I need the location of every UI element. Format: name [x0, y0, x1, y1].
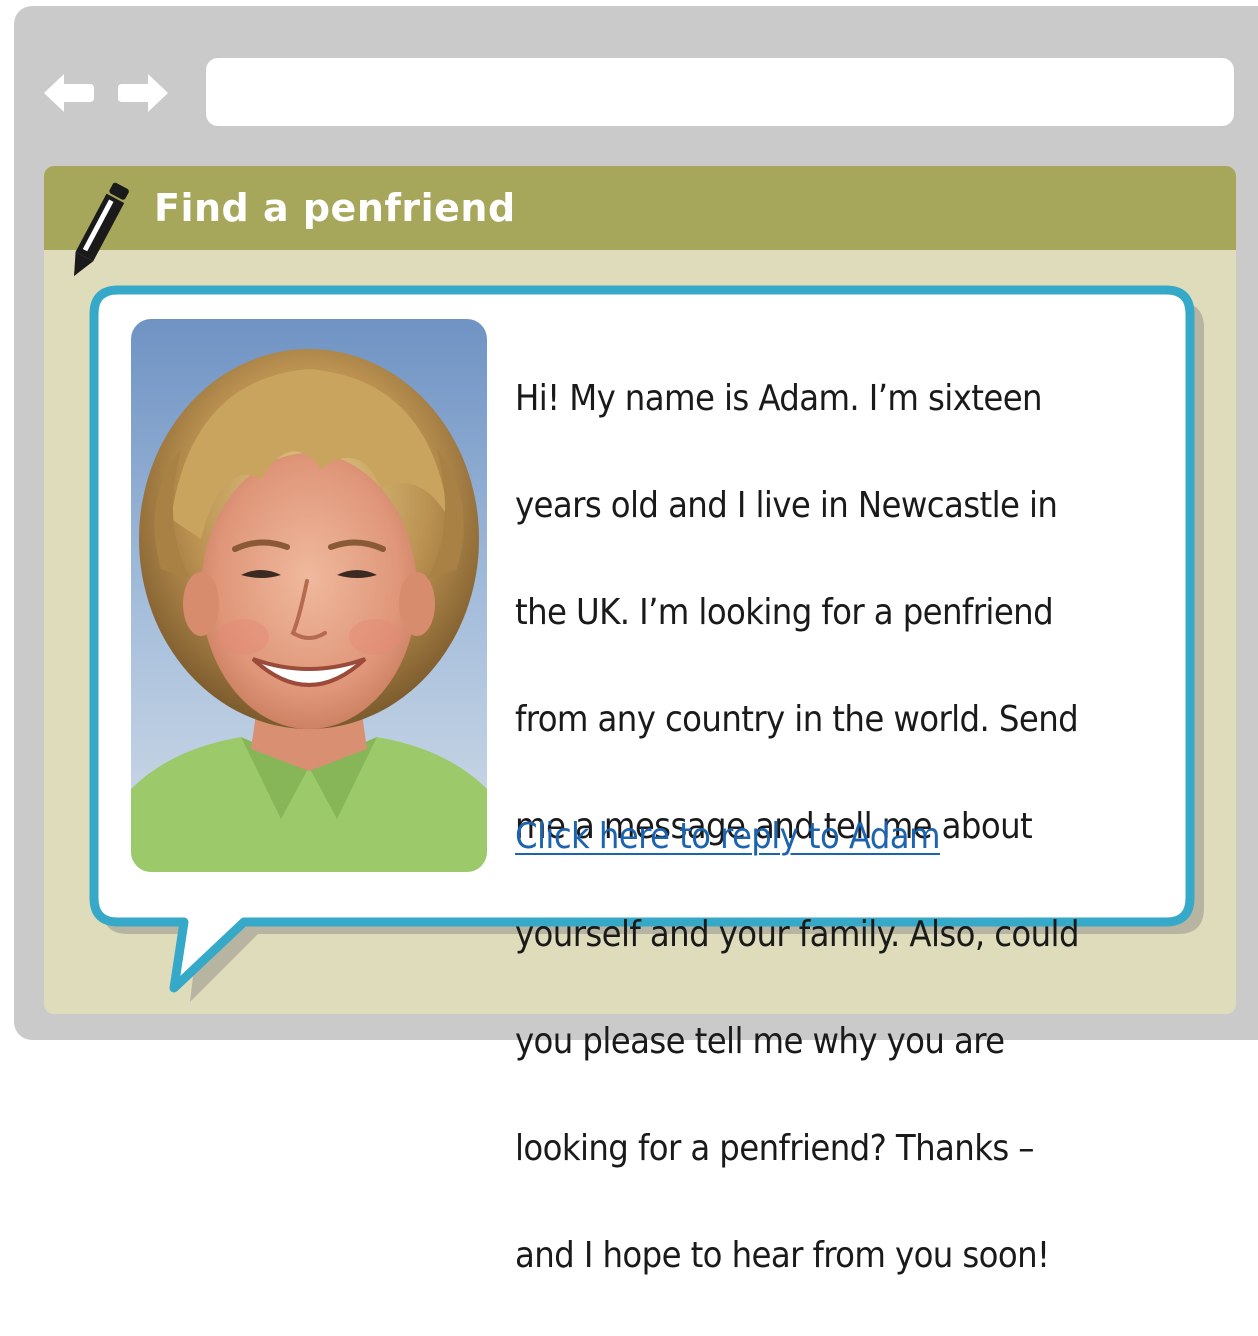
message-line: Hi! My name is Adam. I’m sixteen [515, 377, 1043, 419]
message-line: yourself and your family. Also, could [515, 913, 1080, 955]
page-header: Find a penfriend [44, 166, 1236, 250]
message-line: you please tell me why you are [515, 1020, 1005, 1062]
address-bar[interactable] [206, 58, 1234, 126]
message-line: the UK. I’m looking for a penfriend [515, 591, 1054, 633]
message-line: years old and I live in Newcastle in [515, 484, 1058, 526]
reply-link[interactable]: Click here to reply to Adam [515, 812, 941, 862]
message-line: looking for a penfriend? Thanks – [515, 1127, 1035, 1169]
pencil-icon [62, 178, 134, 284]
message-line: and I hope to hear from you soon! [515, 1235, 1050, 1277]
page-title: Find a penfriend [154, 186, 516, 230]
message-line: from any country in the world. Send [515, 699, 1079, 741]
profile-photo [131, 319, 487, 872]
back-arrow-icon[interactable] [40, 70, 96, 116]
forward-arrow-icon[interactable] [116, 70, 172, 116]
